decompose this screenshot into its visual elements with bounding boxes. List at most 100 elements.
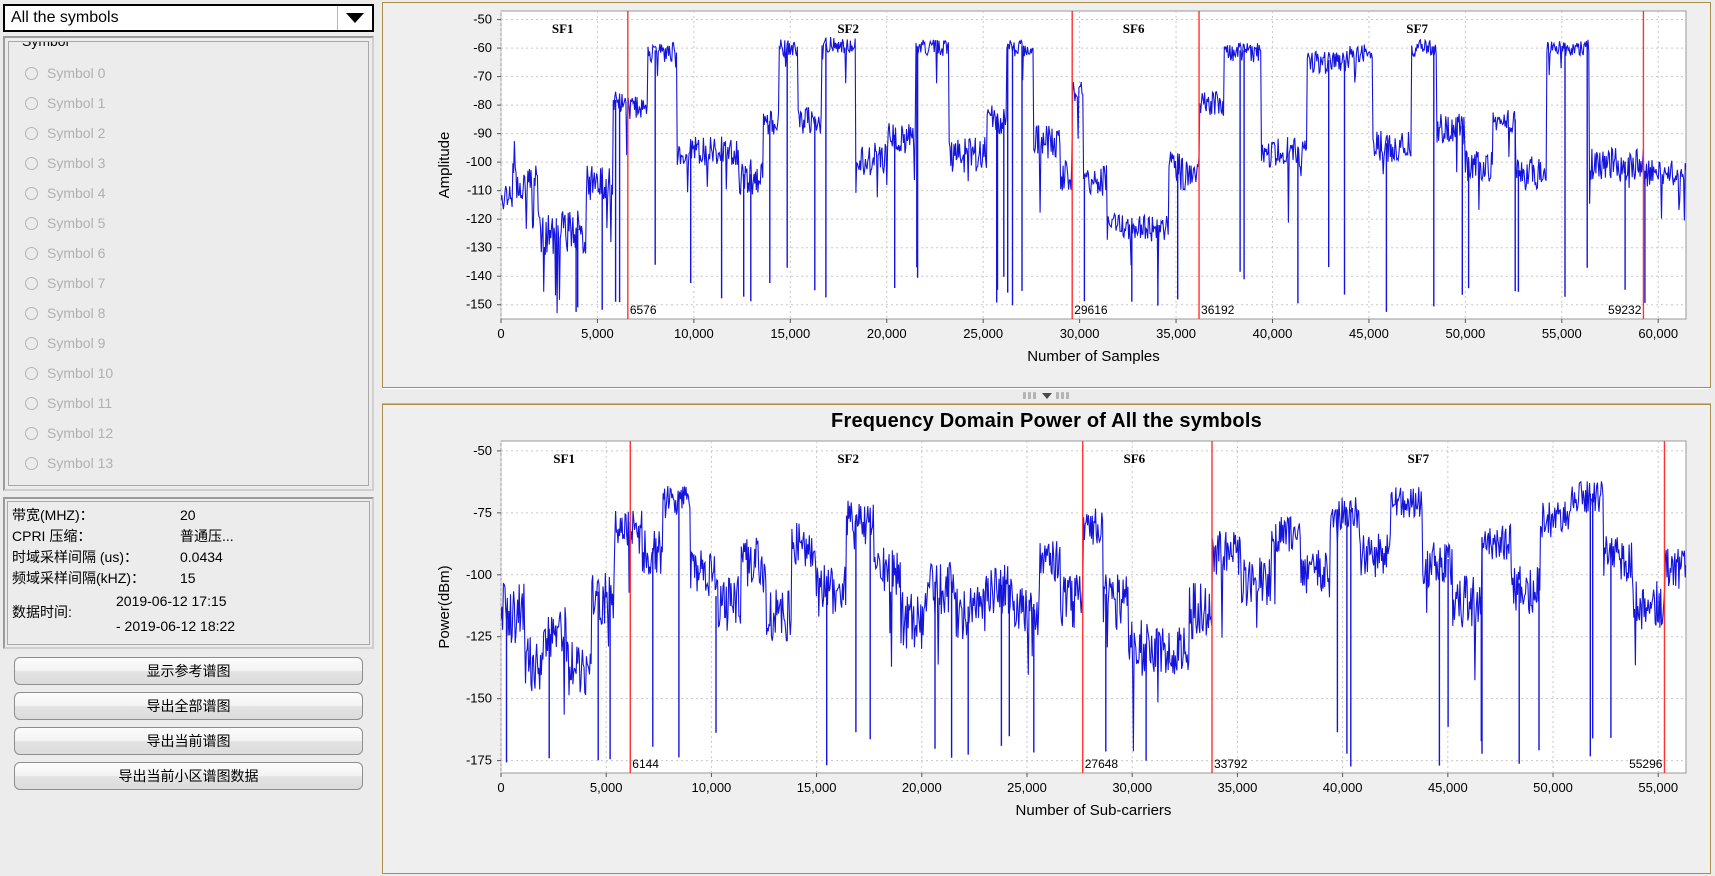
info-rows: 带宽(MHZ)： 20 CPRI 压缩： 普通压... 时域采样间隔 (us)： 0.04… [12, 505, 363, 589]
radio-button-icon[interactable] [25, 216, 38, 230]
y-axis-title: Power(dBm) [436, 565, 453, 648]
symbol-fieldset: Symbol Symbol 0 Symbol 1 Symbol 2 Symbol 3S… [8, 41, 369, 486]
x-tick-label: 25,000 [1007, 780, 1047, 795]
marker-label: 27648 [1085, 757, 1119, 771]
y-tick-label: -150 [466, 691, 492, 706]
info-row: 带宽(MHZ)： 20 [12, 505, 363, 526]
frequency-domain-chart-frame: Frequency Domain Power of All the symbol… [382, 404, 1711, 874]
x-tick-label: 25,000 [963, 326, 1003, 341]
symbol-radio-row[interactable]: Symbol 3 [19, 148, 360, 178]
x-tick-label: 15,000 [770, 326, 810, 341]
subframe-label: SF1 [552, 21, 574, 36]
x-axis-title: Number of Sub-carriers [1016, 802, 1172, 819]
radio-button-icon[interactable] [25, 276, 38, 290]
data-time-start: 2019-06-12 17:15 [116, 593, 227, 609]
symbol-radio-label: Symbol 13 [47, 455, 114, 471]
x-tick-label: 20,000 [902, 780, 942, 795]
data-time-end: - 2019-06-12 18:22 [116, 618, 236, 634]
x-tick-label: 50,000 [1533, 780, 1573, 795]
radio-button-icon[interactable] [25, 66, 38, 80]
y-tick-label: -125 [466, 629, 492, 644]
symbol-radio-row[interactable]: Symbol 8 [19, 298, 360, 328]
info-row-key: 频域采样间隔(kHZ)： [12, 570, 145, 586]
x-tick-label: 10,000 [692, 780, 732, 795]
symbol-radio-row[interactable]: Symbol 7 [19, 268, 360, 298]
x-axis-title: Number of Samples [1027, 348, 1160, 365]
split-pane-divider[interactable]: ⦀⦀⦀ ⦀⦀⦀ [382, 388, 1711, 404]
action-button[interactable]: 导出当前谱图 [14, 727, 363, 755]
collapse-triangle-icon[interactable] [1041, 393, 1052, 399]
radio-button-icon[interactable] [25, 96, 38, 110]
action-button[interactable]: 显示参考谱图 [14, 657, 363, 685]
radio-button-icon[interactable] [25, 306, 38, 320]
y-tick-label: -100 [466, 567, 492, 582]
radio-button-icon[interactable] [25, 126, 38, 140]
marker-label: 6576 [630, 303, 657, 317]
radio-button-icon[interactable] [25, 456, 38, 470]
info-row-value: 20 [180, 507, 196, 523]
info-row-key: 带宽(MHZ)： [12, 507, 94, 523]
symbol-radio-row[interactable]: Symbol 10 [19, 358, 360, 388]
subframe-label: SF1 [553, 451, 575, 466]
symbol-radio-label: Symbol 0 [47, 65, 106, 81]
symbol-radio-row[interactable]: Symbol 6 [19, 238, 360, 268]
symbol-radio-label: Symbol 9 [47, 335, 106, 351]
symbol-radio-row[interactable]: Symbol 1 [19, 88, 360, 118]
symbol-radio-row[interactable]: Symbol 9 [19, 328, 360, 358]
info-row-key: CPRI 压缩： [12, 528, 92, 544]
x-tick-label: 0 [497, 326, 504, 341]
info-row-value: 0.0434 [180, 549, 223, 565]
radio-button-icon[interactable] [25, 156, 38, 170]
symbol-radio-row[interactable]: Symbol 0 [19, 58, 360, 88]
y-tick-label: -70 [473, 69, 492, 84]
subframe-label: SF6 [1123, 21, 1145, 36]
info-panel: 带宽(MHZ)： 20 CPRI 压缩： 普通压... 时域采样间隔 (us)： 0.04… [3, 497, 374, 649]
y-tick-label: -50 [473, 12, 492, 27]
symbol-radio-row[interactable]: Symbol 13 [19, 448, 360, 478]
symbol-radio-row[interactable]: Symbol 12 [19, 418, 360, 448]
grip-dots-icon: ⦀⦀⦀ [1022, 390, 1038, 401]
radio-button-icon[interactable] [25, 336, 38, 350]
symbol-radio-label: Symbol 2 [47, 125, 106, 141]
radio-button-icon[interactable] [25, 396, 38, 410]
symbol-radio-label: Symbol 7 [47, 275, 106, 291]
radio-button-icon[interactable] [25, 246, 38, 260]
x-tick-label: 60,000 [1638, 326, 1678, 341]
action-button[interactable]: 导出当前小区谱图数据 [14, 762, 363, 790]
x-tick-label: 20,000 [867, 326, 907, 341]
app-root: All the symbols Symbol Symbol 0 Symbol 1S… [0, 0, 1715, 876]
y-tick-label: -90 [473, 126, 492, 141]
chart-area: -50 -60 -70 -80 -90 -100 -110 -120 -130 -140 -150 0… [378, 0, 1715, 876]
symbol-radio-label: Symbol 5 [47, 215, 106, 231]
action-button[interactable]: 导出全部谱图 [14, 692, 363, 720]
radio-button-icon[interactable] [25, 366, 38, 380]
y-tick-label: -60 [473, 40, 492, 55]
info-box: 带宽(MHZ)： 20 CPRI 压缩： 普通压... 时域采样间隔 (us)： 0.04… [7, 501, 370, 645]
frequency-domain-plot[interactable]: -50 -75 -100 -125 -150 -175 0 5,000 10,000 15,000… [383, 433, 1710, 873]
symbol-radio-label: Symbol 11 [47, 395, 113, 411]
info-row: 时域采样间隔 (us)： 0.0434 [12, 547, 363, 568]
x-tick-label: 35,000 [1218, 780, 1258, 795]
symbol-radio-row[interactable]: Symbol 4 [19, 178, 360, 208]
x-tick-label: 30,000 [1112, 780, 1152, 795]
radio-button-icon[interactable] [25, 426, 38, 440]
symbol-radio-row[interactable]: Symbol 5 [19, 208, 360, 238]
y-tick-label: -100 [466, 154, 492, 169]
subframe-label: SF2 [837, 451, 859, 466]
radio-button-icon[interactable] [25, 186, 38, 200]
x-tick-label: 45,000 [1428, 780, 1468, 795]
marker-label: 33792 [1214, 757, 1248, 771]
grip-dots-icon: ⦀⦀⦀ [1055, 390, 1071, 401]
y-tick-label: -110 [467, 183, 492, 198]
x-tick-label: 5,000 [590, 780, 623, 795]
x-tick-label: 30,000 [1060, 326, 1100, 341]
symbol-radio-row[interactable]: Symbol 11 [19, 388, 360, 418]
marker-label: 59232 [1608, 303, 1642, 317]
x-tick-label: 40,000 [1253, 326, 1293, 341]
symbol-radio-label: Symbol 4 [47, 185, 106, 201]
time-domain-plot[interactable]: -50 -60 -70 -80 -90 -100 -110 -120 -130 -140 -150 0… [383, 3, 1710, 387]
combobox-arrow-button[interactable] [337, 6, 372, 30]
symbol-radio-label: Symbol 6 [47, 245, 106, 261]
symbol-radio-row[interactable]: Symbol 2 [19, 118, 360, 148]
symbol-select-combobox[interactable]: All the symbols [3, 4, 374, 32]
